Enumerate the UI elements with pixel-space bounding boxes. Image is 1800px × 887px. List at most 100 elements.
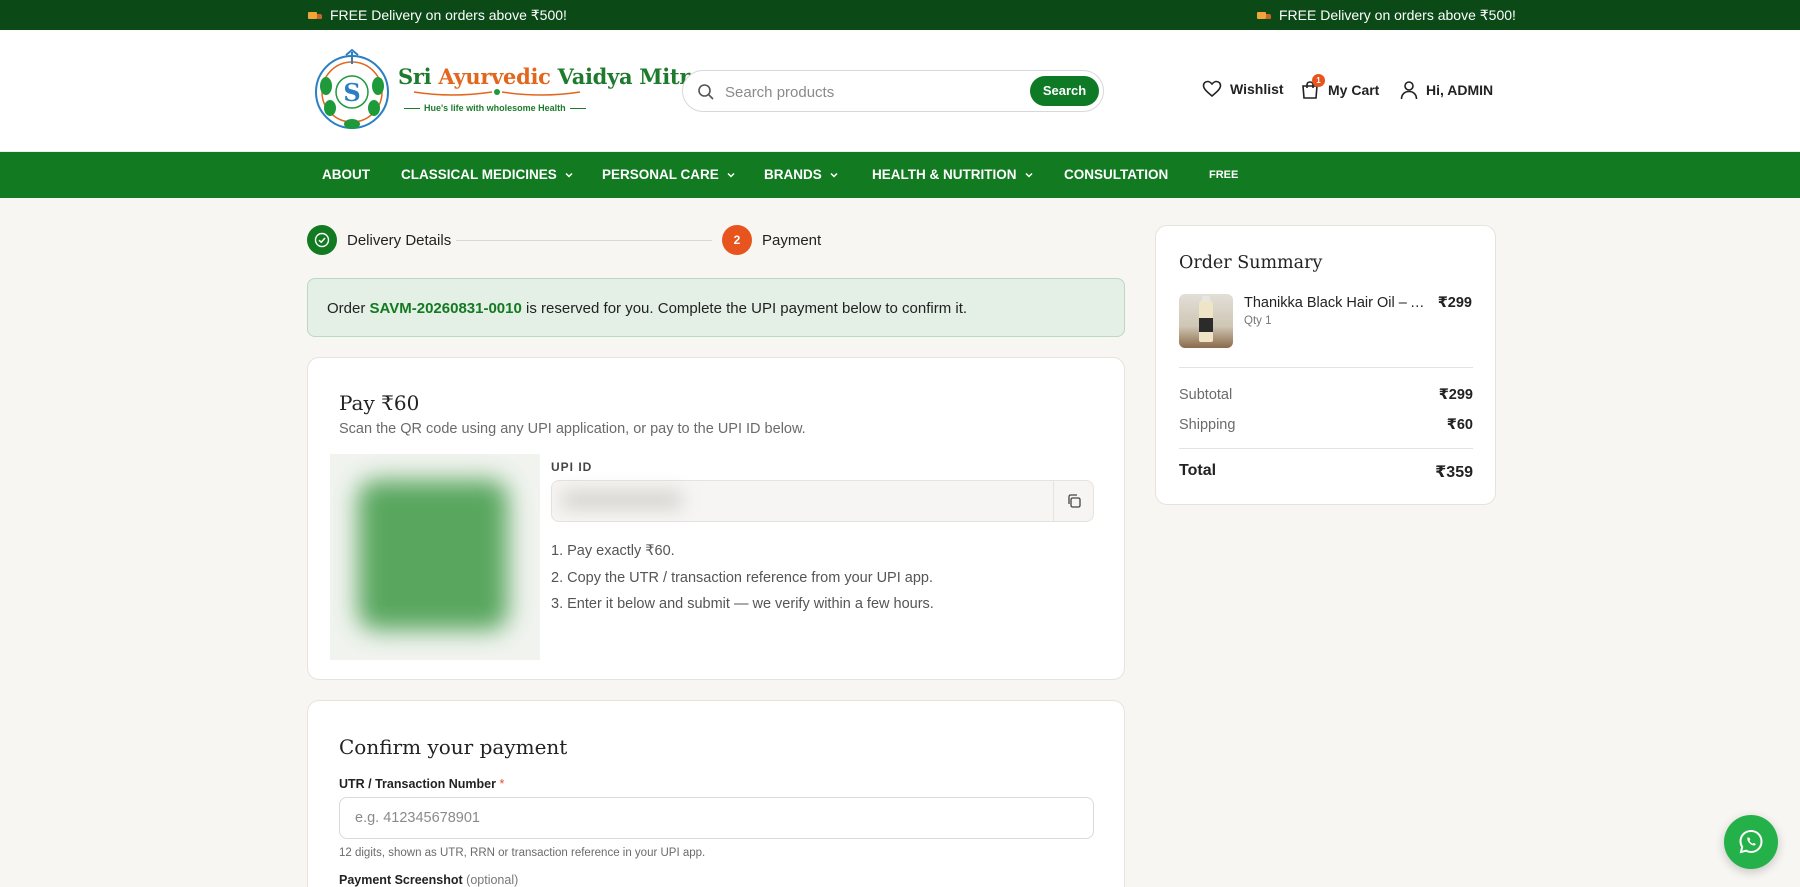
utr-hint: 12 digits, shown as UTR, RRN or transact… bbox=[339, 847, 706, 859]
main-nav: ABOUT CLASSICAL MEDICINES PERSONAL CARE … bbox=[0, 152, 1800, 198]
pay-subtitle: Scan the QR code using any UPI applicati… bbox=[339, 421, 806, 437]
chevron-down-icon bbox=[565, 172, 573, 178]
shipping-row: Shipping ₹60 bbox=[1179, 417, 1473, 433]
truck-icon bbox=[1257, 11, 1271, 21]
upi-id-redacted bbox=[562, 491, 682, 509]
step-delivery-details: Delivery Details bbox=[307, 225, 451, 255]
order-id: SAVM-20260831-0010 bbox=[369, 300, 522, 317]
total-label: Total bbox=[1179, 462, 1217, 479]
shipping-label: Shipping bbox=[1179, 417, 1236, 433]
search-button[interactable]: Search bbox=[1030, 76, 1099, 106]
product-qty: Qty 1 bbox=[1244, 315, 1272, 327]
total-value: ₹359 bbox=[1435, 464, 1473, 481]
announcement-text-right: FREE Delivery on orders above ₹500! bbox=[1279, 7, 1516, 23]
user-greeting: Hi, ADMIN bbox=[1426, 82, 1494, 98]
logo-swirl-icon bbox=[413, 89, 581, 96]
nav-item-consultation[interactable]: CONSULTATION bbox=[1064, 167, 1168, 182]
notice-suffix: is reserved for you. Complete the UPI pa… bbox=[521, 300, 968, 317]
search-icon bbox=[698, 84, 714, 100]
user-icon bbox=[1400, 81, 1418, 100]
svg-text:S: S bbox=[343, 78, 360, 107]
instruction-item: 2. Copy the UTR / transaction reference … bbox=[551, 569, 933, 586]
chevron-down-icon bbox=[727, 172, 735, 178]
logo-emblem-icon: S bbox=[315, 48, 389, 129]
cart-link[interactable]: 1 My Cart bbox=[1300, 74, 1380, 100]
subtotal-label: Subtotal bbox=[1179, 387, 1233, 403]
product-thumbnail bbox=[1179, 294, 1233, 348]
truck-icon bbox=[308, 11, 322, 21]
nav-item-classical-medicines[interactable]: CLASSICAL MEDICINES bbox=[401, 167, 574, 182]
payment-instructions: 1. Pay exactly ₹60. 2. Copy the UTR / tr… bbox=[551, 538, 934, 618]
search-input[interactable] bbox=[725, 80, 995, 104]
step-complete-badge bbox=[307, 225, 337, 255]
utr-label: UTR / Transaction Number * bbox=[339, 777, 504, 791]
whatsapp-chat-button[interactable] bbox=[1724, 815, 1778, 869]
notice-prefix: Order bbox=[327, 300, 370, 317]
nav-item-free[interactable]: FREE bbox=[1209, 169, 1238, 181]
subtotal-value: ₹299 bbox=[1438, 387, 1473, 403]
nav-label: HEALTH & NUTRITION bbox=[872, 167, 1017, 182]
utr-label-text: UTR / Transaction Number bbox=[339, 777, 496, 791]
upi-id-label: UPI ID bbox=[551, 460, 593, 474]
copy-icon bbox=[1067, 494, 1081, 508]
search-bar: Search bbox=[682, 70, 1104, 112]
nav-item-about[interactable]: ABOUT bbox=[322, 167, 370, 182]
nav-label: CLASSICAL MEDICINES bbox=[401, 167, 557, 182]
order-summary: Order Summary Thanikka Black Hair Oil – … bbox=[1155, 225, 1496, 505]
wishlist-label: Wishlist bbox=[1230, 81, 1284, 97]
step-label: Delivery Details bbox=[347, 231, 452, 249]
nav-label: CONSULTATION bbox=[1064, 167, 1169, 182]
divider bbox=[1179, 448, 1473, 449]
shipping-value: ₹60 bbox=[1446, 417, 1473, 433]
cart-icon-wrap: 1 bbox=[1300, 74, 1325, 100]
divider bbox=[1179, 367, 1473, 368]
whatsapp-icon bbox=[1739, 829, 1763, 854]
wishlist-link[interactable]: Wishlist bbox=[1202, 80, 1284, 98]
announcement-left: FREE Delivery on orders above ₹500! bbox=[308, 7, 567, 24]
upi-qr-code bbox=[330, 454, 540, 660]
nav-item-brands[interactable]: BRANDS bbox=[764, 167, 839, 182]
step-payment: 2 Payment bbox=[722, 225, 821, 255]
screenshot-label: Payment Screenshot (optional) bbox=[339, 873, 518, 887]
confirm-payment-card: Confirm your payment UTR / Transaction N… bbox=[307, 700, 1125, 887]
order-reserved-notice: Order SAVM-20260831-0010 is reserved for… bbox=[307, 278, 1125, 337]
instruction-item: 1. Pay exactly ₹60. bbox=[551, 543, 675, 559]
instruction-item: 3. Enter it below and submit — we verify… bbox=[551, 596, 934, 612]
check-circle-icon bbox=[314, 232, 330, 248]
nav-label: BRANDS bbox=[764, 167, 822, 182]
screenshot-label-text: Payment Screenshot bbox=[339, 873, 463, 887]
heart-icon bbox=[1202, 80, 1222, 98]
upi-id-field bbox=[551, 480, 1094, 522]
nav-label: ABOUT bbox=[322, 167, 370, 182]
site-header: S Sri Ayurvedic Vaidya Mitra Hue's life … bbox=[0, 30, 1800, 152]
announcement-right: FREE Delivery on orders above ₹500! bbox=[1257, 7, 1516, 24]
chevron-down-icon bbox=[830, 172, 838, 178]
subtotal-row: Subtotal ₹299 bbox=[1179, 387, 1473, 403]
announcement-bar: FREE Delivery on orders above ₹500! FREE… bbox=[0, 0, 1800, 30]
nav-label: FREE bbox=[1209, 169, 1239, 181]
nav-item-health-nutrition[interactable]: HEALTH & NUTRITION bbox=[872, 167, 1034, 182]
account-link[interactable]: Hi, ADMIN bbox=[1400, 80, 1493, 100]
order-summary-title: Order Summary bbox=[1179, 253, 1323, 273]
nav-item-personal-care[interactable]: PERSONAL CARE bbox=[602, 167, 736, 182]
product-name[interactable]: Thanikka Black Hair Oil – A... bbox=[1244, 295, 1426, 311]
announcement-text-left: FREE Delivery on orders above ₹500! bbox=[330, 7, 567, 23]
bottle-image bbox=[1199, 296, 1213, 342]
cart-count-badge: 1 bbox=[1312, 74, 1325, 87]
pay-amount-title: Pay ₹60 bbox=[339, 391, 420, 415]
confirm-title: Confirm your payment bbox=[339, 735, 568, 759]
required-marker: * bbox=[499, 777, 505, 791]
copy-upi-button[interactable] bbox=[1053, 481, 1093, 521]
brand-logo[interactable]: S Sri Ayurvedic Vaidya Mitra Hue's life … bbox=[312, 46, 704, 136]
brand-tagline: Hue's life with wholesome Health bbox=[400, 103, 590, 113]
utr-input[interactable] bbox=[339, 797, 1094, 839]
pay-card: Pay ₹60 Scan the QR code using any UPI a… bbox=[307, 357, 1125, 680]
stepper-connector bbox=[456, 240, 712, 241]
optional-marker: (optional) bbox=[466, 873, 519, 887]
nav-label: PERSONAL CARE bbox=[602, 167, 719, 182]
cart-label: My Cart bbox=[1328, 82, 1380, 98]
step-number-badge: 2 bbox=[722, 225, 752, 255]
total-row: Total ₹359 bbox=[1179, 462, 1473, 482]
chevron-down-icon bbox=[1024, 172, 1033, 178]
product-price: ₹299 bbox=[1437, 295, 1472, 311]
